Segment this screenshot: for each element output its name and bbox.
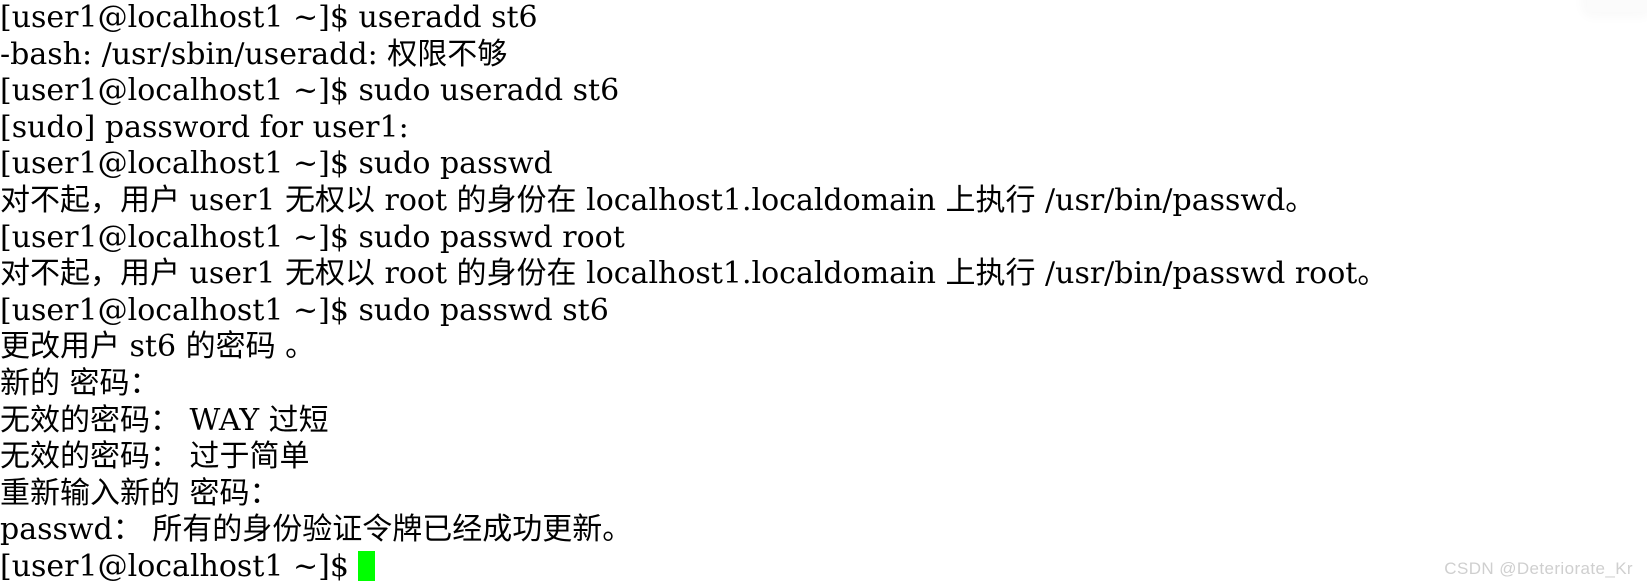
terminal-line: 更改用户 st6 的密码 。 [0,329,316,365]
terminal-line: 新的 密码： [0,365,160,401]
shell-prompt: [user1@localhost1 ~]$ [0,548,359,584]
terminal-window[interactable]: [user1@localhost1 ~]$ useradd st6 -bash:… [0,0,1647,587]
terminal-screen[interactable]: [user1@localhost1 ~]$ useradd st6 -bash:… [0,0,1647,586]
terminal-line: 无效的密码： 过于简单 [0,439,310,475]
terminal-prompt-line[interactable]: [user1@localhost1 ~]$ [0,549,1647,586]
terminal-line: 对不起，用户 user1 无权以 root 的身份在 localhost1.lo… [0,182,1316,218]
terminal-line: [user1@localhost1 ~]$ sudo useradd st6 [0,73,620,109]
terminal-line: [user1@localhost1 ~]$ useradd st6 [0,0,538,35]
terminal-line: [user1@localhost1 ~]$ sudo passwd root [0,219,625,255]
terminal-line: 重新输入新的 密码： [0,475,280,511]
terminal-line: [sudo] password for user1: [0,109,409,145]
text-cursor [358,550,376,581]
csdn-watermark: CSDN @Deteriorate_Kr [1444,559,1633,578]
terminal-line: passwd： 所有的身份验证令牌已经成功更新。 [0,512,633,548]
terminal-line: -bash: /usr/sbin/useradd: 权限不够 [0,36,508,72]
terminal-line: 无效的密码： WAY 过短 [0,402,329,438]
terminal-line: 对不起，用户 user1 无权以 root 的身份在 localhost1.lo… [0,256,1388,292]
terminal-line: [user1@localhost1 ~]$ sudo passwd [0,146,553,182]
terminal-line: [user1@localhost1 ~]$ sudo passwd st6 [0,292,609,328]
